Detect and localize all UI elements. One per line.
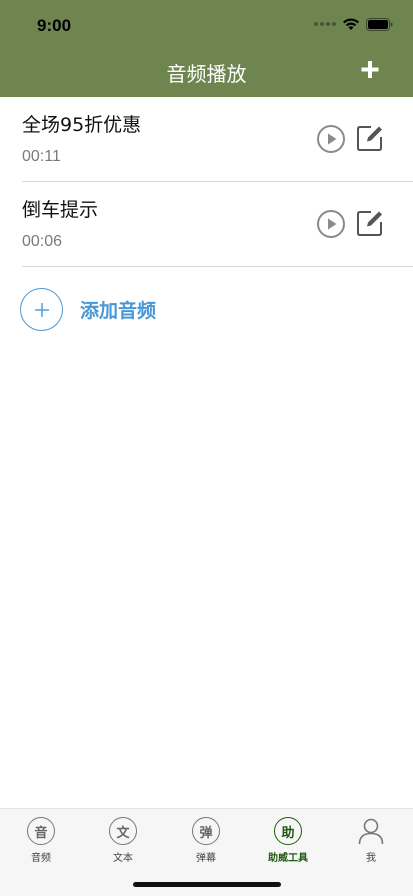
tab-bar: 音 音频 文 文本 弹 弹幕 助 助威工具 我 <box>0 808 413 896</box>
play-icon[interactable] <box>316 209 346 239</box>
list-item[interactable]: 倒车提示 00:06 <box>0 182 413 267</box>
audio-name: 倒车提示 <box>22 199 99 221</box>
audio-duration: 00:11 <box>22 148 61 165</box>
tab-label: 助威工具 <box>268 853 308 864</box>
add-circle-icon[interactable] <box>20 288 63 331</box>
page-title: 音频播放 <box>166 62 247 86</box>
wifi-icon <box>343 18 359 30</box>
header-bar: 9:00 音频播放 <box>0 0 413 97</box>
tab-label: 文本 <box>113 853 133 864</box>
edit-icon[interactable] <box>356 209 384 237</box>
tab-audio[interactable]: 音 音频 <box>11 817 71 864</box>
audio-duration: 00:06 <box>22 233 63 250</box>
tab-me[interactable]: 我 <box>341 817 401 864</box>
tab-cheer-tools[interactable]: 助 助威工具 <box>258 817 318 864</box>
plus-icon <box>34 302 49 317</box>
play-icon[interactable] <box>316 124 346 154</box>
tab-danmaku[interactable]: 弹 弹幕 <box>176 817 236 864</box>
plus-icon[interactable] <box>357 56 383 82</box>
tab-label: 我 <box>366 853 376 864</box>
text-tab-icon: 文 <box>109 817 137 845</box>
status-icons <box>314 17 393 31</box>
row-divider <box>22 266 413 267</box>
list-item[interactable]: 全场95折优惠 00:11 <box>0 97 413 182</box>
edit-icon[interactable] <box>356 124 384 152</box>
tab-label: 音频 <box>31 853 51 864</box>
cheer-tools-tab-icon: 助 <box>274 817 302 845</box>
audio-playback-screen: 9:00 音频播放 全场95折优惠 00:11 倒车提示 00:06 添加音频 … <box>0 0 413 896</box>
danmaku-tab-icon: 弹 <box>192 817 220 845</box>
audio-tab-icon: 音 <box>27 817 55 845</box>
user-icon <box>358 818 384 845</box>
add-audio-button[interactable]: 添加音频 <box>20 288 156 331</box>
add-audio-label: 添加音频 <box>80 300 157 322</box>
battery-icon <box>366 17 393 31</box>
tab-label: 弹幕 <box>196 853 216 864</box>
tab-text[interactable]: 文 文本 <box>93 817 153 864</box>
status-time: 9:00 <box>37 16 72 35</box>
audio-list: 全场95折优惠 00:11 倒车提示 00:06 <box>0 97 413 267</box>
signal-icon <box>314 22 336 26</box>
home-indicator <box>133 882 281 887</box>
audio-name: 全场95折优惠 <box>22 114 142 136</box>
